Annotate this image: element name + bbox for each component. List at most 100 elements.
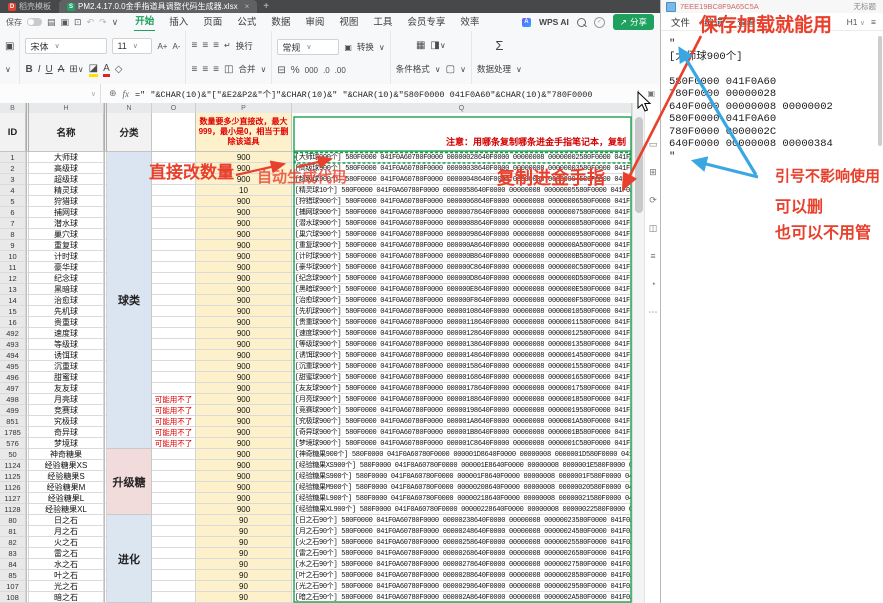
- refresh-icon[interactable]: ⟳: [645, 195, 661, 206]
- cell-name[interactable]: 豪华球: [29, 262, 104, 273]
- cell-qty[interactable]: 90: [196, 592, 292, 603]
- cell-qty[interactable]: 900: [196, 207, 292, 218]
- cell-name[interactable]: 经验糖果XL: [29, 504, 104, 515]
- cell-code[interactable]: [治愈球900个] 580F0000 041F0A60780F0000 0000…: [292, 295, 632, 306]
- font-name-select[interactable]: 宋体∨: [25, 38, 107, 54]
- merge-cells-icon[interactable]: ◫: [224, 64, 233, 75]
- comma-style-icon[interactable]: 000: [305, 66, 318, 75]
- chevron-down-icon[interactable]: ∨: [379, 43, 385, 52]
- cell-note[interactable]: 可能用不了: [152, 427, 196, 438]
- share-button[interactable]: ↗ 分享: [613, 14, 654, 30]
- cell-qty[interactable]: 900: [196, 460, 292, 471]
- cell-code[interactable]: [光之石90个] 580F0000 041F0A60780F0000 00000…: [292, 581, 632, 592]
- cell-id[interactable]: 84: [0, 559, 26, 570]
- sum-icon[interactable]: Σ: [477, 40, 522, 52]
- align-bottom-icon[interactable]: ≡: [213, 40, 219, 51]
- category-merged-cell[interactable]: 升级糖: [107, 449, 152, 515]
- cell-name[interactable]: 日之石: [29, 515, 104, 526]
- grid-icon[interactable]: ⊞: [645, 167, 661, 178]
- cell-qty[interactable]: 90: [196, 515, 292, 526]
- panel-icon[interactable]: ▭: [645, 139, 661, 150]
- cell-code[interactable]: [豪华球900个] 580F0000 041F0A60780F0000 0000…: [292, 262, 632, 273]
- cell-note[interactable]: [152, 207, 196, 218]
- wrap-text-icon[interactable]: ↵: [224, 41, 231, 50]
- cell-name[interactable]: 火之石: [29, 537, 104, 548]
- increase-font-icon[interactable]: A+: [157, 42, 167, 51]
- cell-id[interactable]: 83: [0, 548, 26, 559]
- cell-id[interactable]: 851: [0, 416, 26, 427]
- currency-icon[interactable]: ⊟: [277, 65, 285, 76]
- scrollbar-thumb[interactable]: [635, 117, 643, 213]
- cell-note[interactable]: [152, 471, 196, 482]
- cell-qty[interactable]: 900: [196, 339, 292, 350]
- ribbon-tab[interactable]: 审阅: [304, 13, 325, 31]
- cell-id[interactable]: 1785: [0, 427, 26, 438]
- decrease-font-icon[interactable]: A-: [172, 42, 180, 51]
- cell-qty[interactable]: 900: [196, 350, 292, 361]
- cell-qty[interactable]: 900: [196, 471, 292, 482]
- cell-code[interactable]: [狩猎球900个] 580F0000 041F0A60780F0000 0000…: [292, 196, 632, 207]
- cell-name[interactable]: 速度球: [29, 328, 104, 339]
- font-size-select[interactable]: 11∨: [112, 38, 152, 54]
- cell-qty[interactable]: 900: [196, 493, 292, 504]
- cell-note[interactable]: [152, 559, 196, 570]
- cell-note[interactable]: [152, 185, 196, 196]
- ribbon-tab[interactable]: 数据: [270, 13, 291, 31]
- cell-code[interactable]: [梦境球900个] 580F0000 041F0A60780F0000 0000…: [292, 438, 632, 449]
- chevron-down-icon[interactable]: ∨: [435, 65, 441, 74]
- italic-button[interactable]: I: [38, 64, 41, 75]
- cell-note[interactable]: [152, 526, 196, 537]
- cell-qty[interactable]: 900: [196, 438, 292, 449]
- ribbon-tab[interactable]: 视图: [338, 13, 359, 31]
- decrease-decimal-icon[interactable]: .00: [335, 66, 346, 75]
- cell-name[interactable]: 贵重球: [29, 317, 104, 328]
- cell-qty[interactable]: 900: [196, 449, 292, 460]
- cell-note[interactable]: [152, 537, 196, 548]
- cell-code[interactable]: [纪念球900个] 580F0000 041F0A60780F0000 0000…: [292, 273, 632, 284]
- cell-code[interactable]: [日之石90个] 580F0000 041F0A60780F0000 00000…: [292, 515, 632, 526]
- cell-qty[interactable]: 90: [196, 526, 292, 537]
- cell-name[interactable]: 狩猎球: [29, 196, 104, 207]
- cell-code[interactable]: [月亮球900个] 580F0000 041F0A60780F0000 0000…: [292, 394, 632, 405]
- cell-id[interactable]: 16: [0, 317, 26, 328]
- cell-name[interactable]: 捕网球: [29, 207, 104, 218]
- cell-name[interactable]: 计时球: [29, 251, 104, 262]
- cell-id[interactable]: 1128: [0, 504, 26, 515]
- cell-qty[interactable]: 90: [196, 548, 292, 559]
- cell-code[interactable]: [潜水球900个] 580F0000 041F0A60780F0000 0000…: [292, 218, 632, 229]
- cell-qty[interactable]: 900: [196, 504, 292, 515]
- cell-note[interactable]: [152, 196, 196, 207]
- cell-code[interactable]: [捕网球900个] 580F0000 041F0A60780F0000 0000…: [292, 207, 632, 218]
- fill-color-icon[interactable]: ◪: [89, 63, 98, 77]
- cell-style-icon[interactable]: ◨∨: [430, 40, 445, 51]
- cell-name[interactable]: 治愈球: [29, 295, 104, 306]
- cell-qty[interactable]: 900: [196, 218, 292, 229]
- convert-label[interactable]: 转换: [357, 41, 374, 53]
- cell-note[interactable]: [152, 350, 196, 361]
- cell-name[interactable]: 精灵球: [29, 185, 104, 196]
- cell-name[interactable]: 经验糖果S: [29, 471, 104, 482]
- cell-id[interactable]: 8: [0, 229, 26, 240]
- cell-name[interactable]: 竞赛球: [29, 405, 104, 416]
- cell-code[interactable]: [经验糖果XL900个] 580F0000 041F0A60780F0000 0…: [292, 504, 632, 515]
- cell-note[interactable]: [152, 548, 196, 559]
- cell-id[interactable]: 7: [0, 218, 26, 229]
- ribbon-tab[interactable]: 会员专享: [406, 13, 446, 31]
- cell-name[interactable]: 经验糖果L: [29, 493, 104, 504]
- formula-input[interactable]: =" "&CHAR(10)&"["&E2&P2&"个]"&CHAR(10)&" …: [135, 88, 629, 100]
- cell-qty[interactable]: 900: [196, 416, 292, 427]
- cell-code[interactable]: [巢穴球900个] 580F0000 041F0A60780F0000 0000…: [292, 229, 632, 240]
- cell-qty[interactable]: 90: [196, 570, 292, 581]
- align-top-icon[interactable]: ≡: [191, 40, 197, 51]
- cell-code[interactable]: [经验糖果L900个] 580F0000 041F0A60780F0000 00…: [292, 493, 632, 504]
- align-left-icon[interactable]: ≡: [191, 64, 197, 75]
- progress-icon[interactable]: ◔: [645, 279, 661, 289]
- cell-id[interactable]: 6: [0, 207, 26, 218]
- cell-code[interactable]: [奇异球900个] 580F0000 041F0A60780F0000 0000…: [292, 427, 632, 438]
- cell-note[interactable]: [152, 361, 196, 372]
- conditional-format-label[interactable]: 条件格式: [396, 63, 430, 75]
- autosave-toggle[interactable]: [27, 18, 42, 26]
- cell-code[interactable]: [等级球900个] 580F0000 041F0A60780F0000 0000…: [292, 339, 632, 350]
- align-center-icon[interactable]: ≡: [202, 64, 208, 75]
- cell-note[interactable]: 可能用不了: [152, 405, 196, 416]
